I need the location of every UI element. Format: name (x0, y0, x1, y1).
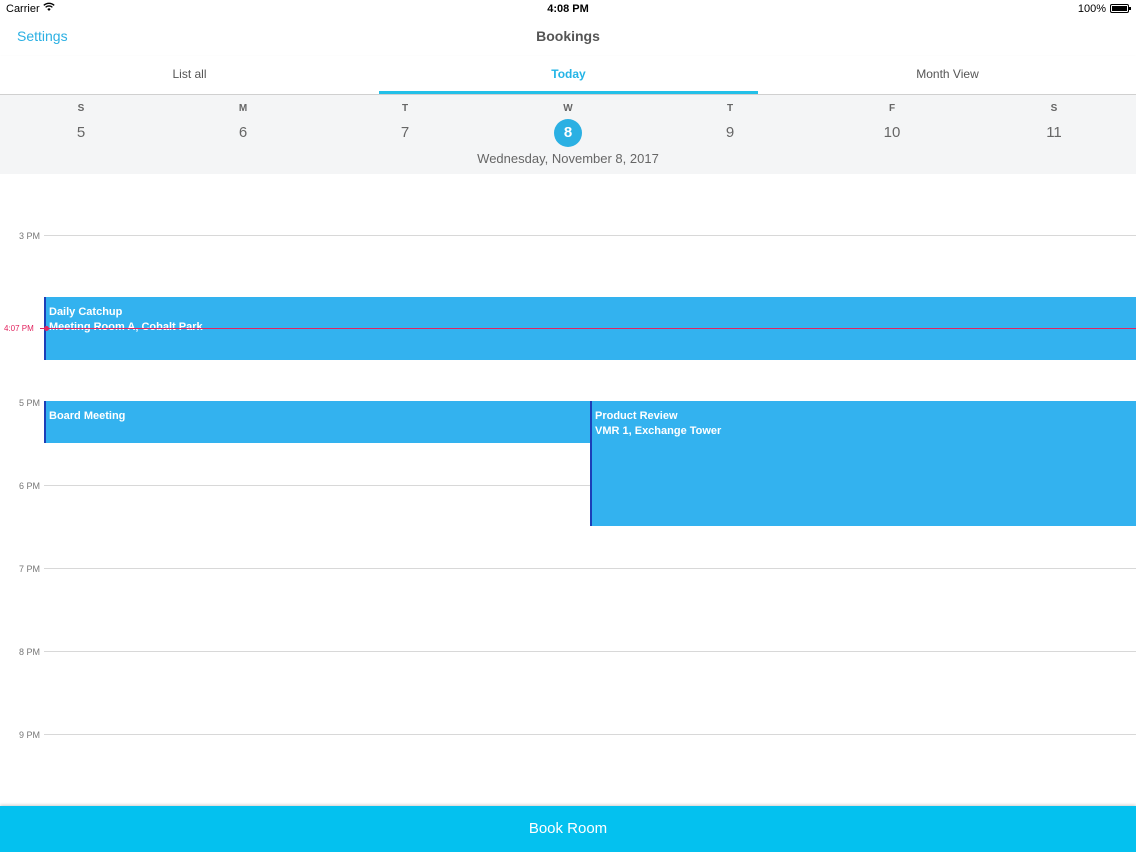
event-board-meeting[interactable]: Board Meeting (44, 401, 590, 443)
hour-label-7pm: 7 PM (18, 564, 40, 574)
day-letter: W (563, 103, 573, 114)
current-time-dot (44, 326, 49, 331)
current-time-label: 4:07 PM (4, 324, 34, 333)
tab-list-all[interactable]: List all (0, 56, 379, 94)
day-letter: F (888, 103, 896, 114)
hour-label-6pm: 6 PM (18, 481, 40, 491)
view-tabs: List all Today Month View (0, 56, 1136, 95)
day-number: 11 (1046, 124, 1062, 141)
navigation-bar: Settings Bookings (0, 18, 1136, 56)
day-timeline[interactable]: 3 PM 5 PM 6 PM 7 PM 8 PM 9 PM Daily Catc… (0, 174, 1136, 806)
event-location: VMR 1, Exchange Tower (595, 425, 722, 437)
hour-line (44, 734, 1136, 735)
day-letter: T (401, 103, 409, 114)
hour-label-5pm: 5 PM (18, 398, 40, 408)
battery-icon (1110, 4, 1131, 13)
hour-label-9pm: 9 PM (18, 730, 40, 740)
day-letter: S (77, 103, 85, 114)
event-product-review[interactable]: Product Review VMR 1, Exchange Tower (590, 401, 1136, 526)
day-number: 7 (400, 124, 410, 141)
day-number: 5 (76, 124, 86, 141)
day-number: 6 (238, 124, 248, 141)
event-title: Daily Catchup (49, 306, 123, 318)
day-letter: M (238, 103, 248, 114)
hour-label-3pm: 3 PM (18, 231, 40, 241)
tab-today[interactable]: Today (379, 56, 758, 94)
event-title: Board Meeting (49, 410, 126, 422)
day-letter: S (1050, 103, 1058, 114)
week-strip: S 5 M 6 T 7 W 8 T 9 F 10 S 11 Wednesday,… (0, 95, 1136, 174)
battery-percent: 100% (1077, 3, 1106, 15)
event-title: Product Review (595, 410, 678, 422)
page-title: Bookings (536, 28, 600, 44)
tab-month-view[interactable]: Month View (758, 56, 1136, 94)
current-time-line (40, 328, 1136, 329)
day-letter: T (726, 103, 734, 114)
hour-line (44, 651, 1136, 652)
hour-label-8pm: 8 PM (18, 647, 40, 657)
hour-line (44, 235, 1136, 236)
day-number: 10 (883, 124, 901, 141)
day-number: 9 (725, 124, 735, 141)
hour-line (44, 568, 1136, 569)
status-time: 4:08 PM (547, 3, 589, 15)
book-room-button[interactable]: Book Room (0, 806, 1136, 852)
day-number-selected: 8 (554, 119, 582, 147)
selected-date-label: Wednesday, November 8, 2017 (477, 151, 659, 166)
status-bar: Carrier 4:08 PM 100% (0, 0, 1136, 18)
